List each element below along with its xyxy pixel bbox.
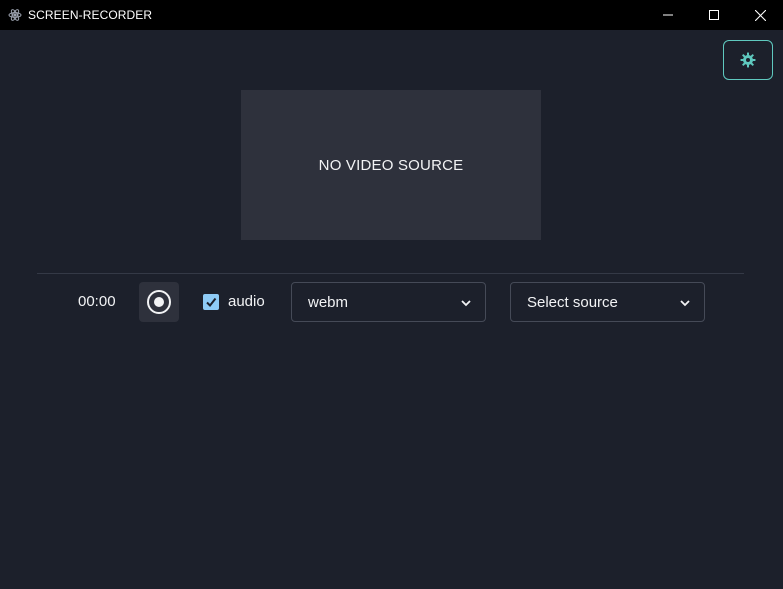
source-select[interactable]: Select source xyxy=(510,282,705,322)
close-icon xyxy=(754,9,766,21)
window-title: SCREEN-RECORDER xyxy=(28,8,153,22)
audio-checkbox[interactable] xyxy=(203,294,219,310)
record-button[interactable] xyxy=(139,282,179,322)
minimize-icon xyxy=(663,14,673,16)
app-icon xyxy=(8,8,22,22)
audio-label: audio xyxy=(228,293,265,310)
title-bar: SCREEN-RECORDER xyxy=(0,0,783,30)
minimize-button[interactable] xyxy=(645,0,691,30)
gear-icon xyxy=(740,52,756,68)
maximize-icon xyxy=(709,10,719,20)
recording-timer: 00:00 xyxy=(78,293,116,310)
chevron-down-icon xyxy=(680,300,690,307)
no-video-source-text: NO VIDEO SOURCE xyxy=(318,156,464,174)
format-select[interactable]: webm xyxy=(291,282,486,322)
divider xyxy=(37,273,744,274)
video-preview: NO VIDEO SOURCE xyxy=(241,90,541,240)
format-select-value: webm xyxy=(308,293,349,311)
source-select-value: Select source xyxy=(527,293,618,311)
maximize-button[interactable] xyxy=(691,0,737,30)
checkmark-icon xyxy=(206,297,217,308)
settings-button[interactable] xyxy=(723,40,773,80)
close-button[interactable] xyxy=(737,0,783,30)
record-icon xyxy=(147,290,171,314)
chevron-down-icon xyxy=(461,300,471,307)
